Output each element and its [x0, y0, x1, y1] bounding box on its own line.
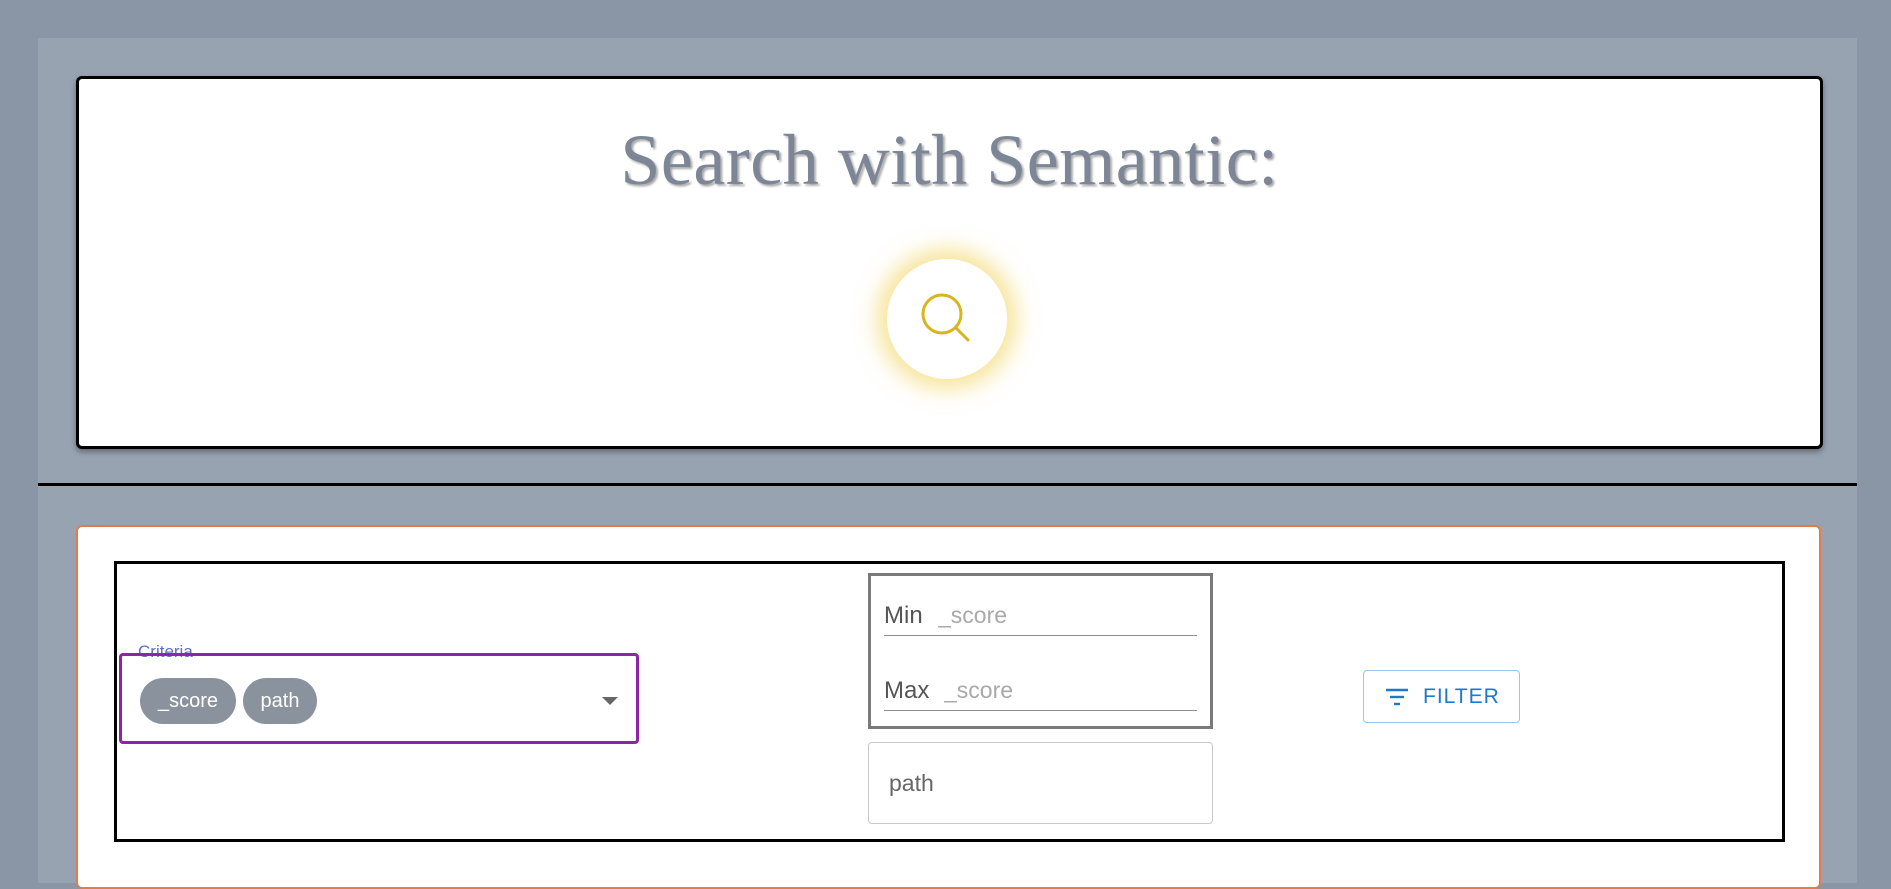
search-icon — [921, 293, 970, 342]
min-label: Min — [884, 602, 923, 629]
dropdown-arrow-icon[interactable] — [602, 697, 618, 705]
search-title: Search with Semantic: — [620, 120, 1279, 200]
search-card: Search with Semantic: — [76, 76, 1823, 449]
score-range-box: Min Max — [868, 573, 1213, 729]
filter-button[interactable]: FILTER — [1363, 670, 1520, 723]
min-score-input[interactable] — [936, 598, 1195, 632]
path-input[interactable] — [887, 765, 1191, 801]
criteria-chip-path[interactable]: path — [243, 678, 317, 724]
filter-button-label: FILTER — [1423, 685, 1500, 708]
max-label: Max — [884, 677, 930, 704]
filter-panel: Criteria _score path Min Max — [114, 561, 1785, 842]
filter-list-icon — [1386, 688, 1408, 706]
min-score-row: Min — [884, 594, 1197, 636]
section-divider — [38, 483, 1857, 486]
search-button[interactable] — [887, 259, 1007, 379]
path-field — [868, 742, 1213, 824]
max-score-input[interactable] — [942, 673, 1195, 707]
criteria-select[interactable]: _score path — [119, 653, 639, 744]
filter-card: Criteria _score path Min Max — [76, 525, 1821, 889]
max-score-row: Max — [884, 669, 1197, 711]
criteria-chip-score[interactable]: _score — [140, 678, 236, 724]
page-container: Search with Semantic: Criteria _score pa… — [38, 38, 1857, 889]
